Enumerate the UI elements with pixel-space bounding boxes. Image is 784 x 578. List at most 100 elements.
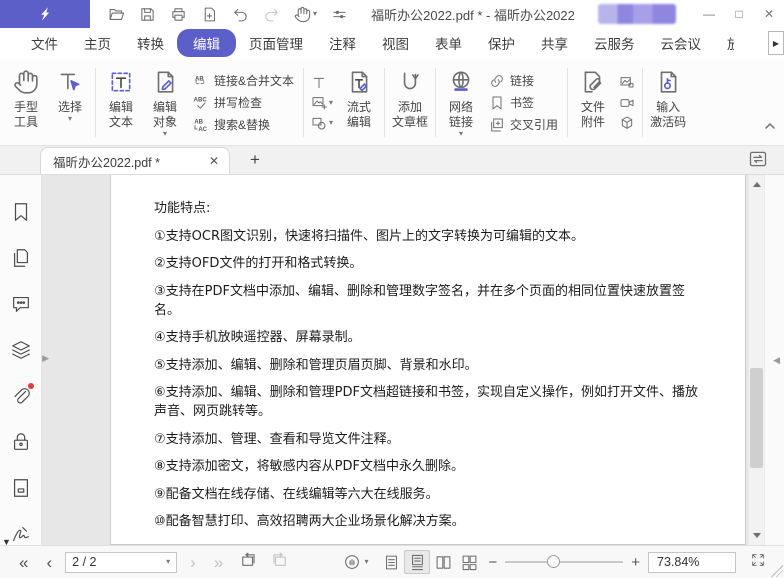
tab-protect[interactable]: 保护 bbox=[475, 29, 528, 57]
signature-panel-button[interactable] bbox=[10, 523, 32, 545]
swap-view-button[interactable] bbox=[748, 149, 768, 174]
customize-toolbar-button[interactable] bbox=[331, 6, 348, 23]
tab-page-management[interactable]: 页面管理 bbox=[236, 29, 316, 57]
link-button[interactable]: 链接 bbox=[489, 72, 558, 89]
layers-icon bbox=[10, 339, 32, 361]
open-file-button[interactable] bbox=[108, 6, 125, 23]
media-tools-group bbox=[615, 62, 639, 143]
expand-arrows-icon bbox=[750, 552, 766, 568]
destinations-panel-button[interactable] bbox=[10, 477, 32, 499]
tab-cloud-meeting[interactable]: 云会议 bbox=[648, 29, 715, 57]
zoom-level-input[interactable]: 73.84% bbox=[648, 552, 736, 573]
collapse-ribbon-button[interactable] bbox=[764, 119, 776, 137]
zoom-in-button[interactable]: + bbox=[625, 554, 646, 571]
page-thumbnails-panel-button[interactable] bbox=[10, 247, 32, 269]
layers-panel-button[interactable] bbox=[10, 339, 32, 361]
add-shape-button[interactable]: ▾ bbox=[311, 115, 333, 131]
menu-scroll-right-button[interactable]: ▶ bbox=[768, 31, 784, 55]
first-page-button[interactable]: « bbox=[10, 554, 37, 571]
search-replace-button[interactable]: ABAC 搜索&替换 bbox=[193, 116, 294, 133]
print-button[interactable] bbox=[170, 6, 187, 23]
tab-file[interactable]: 文件 bbox=[18, 29, 71, 57]
attachments-panel-button[interactable] bbox=[10, 385, 32, 407]
zoom-slider[interactable] bbox=[505, 552, 623, 572]
scrollbar-thumb[interactable] bbox=[750, 368, 763, 468]
svg-text:AB: AB bbox=[194, 119, 203, 125]
page-number-input[interactable]: 2 / 2 ▾ bbox=[65, 552, 177, 573]
minimize-button[interactable]: — bbox=[694, 0, 724, 28]
expand-left-panel-button[interactable]: ▶ bbox=[42, 353, 49, 364]
app-logo[interactable] bbox=[0, 0, 90, 28]
maximize-button[interactable]: □ bbox=[724, 0, 754, 28]
activation-code-button[interactable]: 输入 激活码 bbox=[646, 62, 690, 143]
vertical-scrollbar[interactable] bbox=[749, 175, 764, 545]
fullscreen-button[interactable] bbox=[742, 552, 774, 573]
chevron-down-icon: ▾ bbox=[68, 115, 72, 123]
tab-convert[interactable]: 转换 bbox=[124, 29, 177, 57]
continuous-page-icon bbox=[409, 554, 426, 571]
prev-page-button[interactable]: ‹ bbox=[37, 554, 61, 571]
new-page-button[interactable] bbox=[201, 6, 218, 23]
video-audio-button[interactable] bbox=[619, 95, 635, 111]
tab-edit[interactable]: 编辑 bbox=[177, 29, 236, 57]
3d-model-button[interactable] bbox=[619, 115, 635, 131]
scroll-down-button[interactable] bbox=[749, 528, 764, 543]
zoom-slider-thumb[interactable] bbox=[547, 555, 560, 568]
hand-mode-button[interactable]: ▾ bbox=[333, 553, 378, 571]
comments-panel-button[interactable] bbox=[10, 293, 32, 315]
tab-view[interactable]: 视图 bbox=[369, 29, 422, 57]
bookmarks-panel-button[interactable] bbox=[10, 201, 32, 223]
tab-form[interactable]: 表单 bbox=[422, 29, 475, 57]
next-page-button[interactable]: › bbox=[181, 554, 205, 571]
user-account-badge[interactable] bbox=[598, 4, 676, 24]
scroll-up-button[interactable] bbox=[749, 177, 764, 192]
add-article-box-button[interactable]: 添加 文章框 bbox=[388, 62, 432, 143]
navigation-sidebar: ▼ ▶ bbox=[0, 175, 42, 545]
file-attachment-button[interactable]: 文件 附件 bbox=[571, 62, 615, 143]
expand-right-panel-button[interactable]: ◀ bbox=[773, 355, 780, 366]
select-tool-button[interactable]: 选择 ▾ bbox=[48, 62, 92, 143]
tab-close-icon[interactable]: ✕ bbox=[207, 154, 221, 168]
image-annotation-button[interactable] bbox=[619, 75, 635, 91]
tab-home[interactable]: 主页 bbox=[71, 29, 124, 57]
statusbar: « ‹ 2 / 2 ▾ › » ▾ bbox=[0, 545, 784, 578]
single-page-icon bbox=[383, 554, 400, 571]
hand-tool-button[interactable]: 手型 工具 bbox=[4, 62, 48, 143]
facing-view-button[interactable] bbox=[430, 550, 456, 574]
previous-view-button[interactable] bbox=[232, 551, 264, 574]
add-image-button[interactable]: ▾ bbox=[311, 95, 333, 111]
edit-text-button[interactable]: 编辑 文本 bbox=[99, 62, 143, 143]
flow-edit-button[interactable]: 流式 编辑 bbox=[337, 62, 381, 143]
save-button[interactable] bbox=[139, 6, 156, 23]
single-page-view-button[interactable] bbox=[378, 550, 404, 574]
security-panel-button[interactable] bbox=[10, 431, 32, 453]
tab-cloud-service[interactable]: 云服务 bbox=[581, 29, 648, 57]
insert-objects-group: ▾ ▾ bbox=[307, 62, 337, 143]
resize-grip[interactable] bbox=[771, 565, 783, 577]
zoom-out-button[interactable]: − bbox=[482, 554, 503, 571]
bookmark-button[interactable]: 书签 bbox=[489, 94, 558, 111]
redo-button[interactable] bbox=[263, 6, 280, 23]
undo-button[interactable] bbox=[232, 6, 249, 23]
new-tab-button[interactable]: + bbox=[244, 150, 266, 174]
document-tab[interactable]: 福昕办公2022.pdf * ✕ bbox=[40, 147, 230, 174]
next-view-button[interactable] bbox=[264, 551, 296, 574]
close-button[interactable]: ✕ bbox=[754, 0, 784, 28]
add-text-button[interactable] bbox=[311, 75, 333, 91]
edit-object-button[interactable]: 编辑 对象 ▾ bbox=[143, 62, 187, 143]
link-merge-text-button[interactable]: AB 链接&合并文本 bbox=[193, 72, 294, 89]
tab-comment[interactable]: 注释 bbox=[316, 29, 369, 57]
continuous-facing-view-button[interactable] bbox=[456, 550, 482, 574]
hand-tool-label: 手型 工具 bbox=[14, 100, 38, 130]
file-attachment-label: 文件 附件 bbox=[581, 100, 605, 130]
continuous-view-button[interactable] bbox=[404, 550, 430, 574]
hand-gesture-button[interactable]: ▾ bbox=[294, 6, 317, 23]
pdf-page[interactable]: 功能特点: ①支持OCR图文识别，快速将扫描件、图片上的文字转换为可编辑的文本。… bbox=[110, 175, 746, 545]
titlebar: ▾ 福昕办公2022.pdf * - 福昕办公2022 — □ ✕ bbox=[0, 0, 784, 28]
web-link-button[interactable]: 网络 链接 ▾ bbox=[439, 62, 483, 143]
tab-overflow[interactable]: 放 bbox=[714, 29, 734, 57]
last-page-button[interactable]: » bbox=[205, 554, 232, 571]
cross-reference-button[interactable]: 交叉引用 bbox=[489, 116, 558, 133]
tab-share[interactable]: 共享 bbox=[528, 29, 581, 57]
spell-check-button[interactable]: ABC 拼写检查 bbox=[193, 94, 294, 111]
